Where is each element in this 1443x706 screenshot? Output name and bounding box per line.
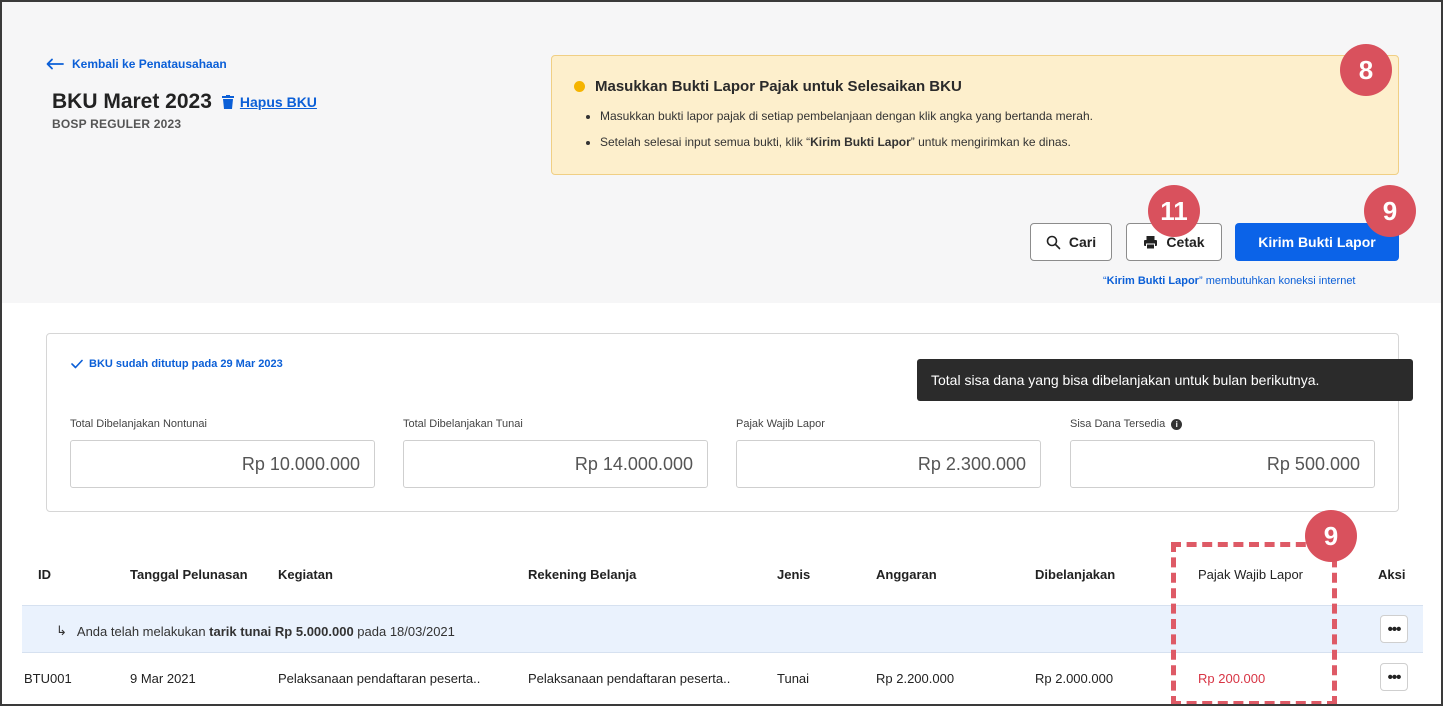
back-link[interactable]: Kembali ke Penatausahaan: [46, 57, 227, 71]
tax-report-alert: Masukkan Bukti Lapor Pajak untuk Selesai…: [551, 55, 1399, 175]
search-icon: [1046, 235, 1061, 249]
column-header-anggaran: Anggaran: [876, 567, 937, 582]
alert-title-row: Masukkan Bukti Lapor Pajak untuk Selesai…: [574, 78, 962, 95]
search-button-label: Cari: [1068, 234, 1097, 250]
cell-rekening: Pelaksanaan pendaftaran peserta..: [528, 671, 731, 686]
cell-jenis: Tunai: [777, 671, 810, 686]
search-button[interactable]: Cari: [1030, 223, 1112, 261]
check-icon: [71, 359, 83, 369]
column-header-id: ID: [38, 567, 51, 582]
return-arrow-icon: ↳: [56, 623, 67, 638]
cell-dibelanjakan: Rp 2.000.000: [1035, 671, 1114, 686]
back-link-label: Kembali ke Penatausahaan: [72, 57, 227, 71]
page-subtitle: BOSP REGULER 2023: [52, 117, 182, 131]
column-header-dibelanjakan: Dibelanjakan: [1035, 567, 1116, 582]
more-actions-button[interactable]: •••: [1380, 615, 1408, 643]
metric-value-sisa: Rp 500.000: [1070, 440, 1375, 488]
alert-title: Masukkan Bukti Lapor Pajak untuk Selesai…: [595, 78, 962, 95]
warning-dot-icon: [574, 81, 585, 92]
column-header-rekening: Rekening Belanja: [528, 567, 637, 582]
page-title: BKU Maret 2023: [52, 90, 212, 113]
cash-withdrawal-text: ↳ Anda telah melakukan tarik tunai Rp 5.…: [56, 623, 455, 639]
alert-list: Masukkan bukti lapor pajak di setiap pem…: [600, 109, 1093, 161]
column-header-aksi: Aksi: [1378, 567, 1406, 582]
metric-value-nontunai: Rp 10.000.000: [70, 440, 375, 488]
cell-anggaran: Rp 2.200.000: [876, 671, 955, 686]
alert-item: Setelah selesai input semua bukti, klik …: [600, 135, 1093, 149]
step-badge-9-column: 9: [1305, 510, 1357, 562]
cell-id: BTU001: [24, 671, 72, 686]
step-badge-11: 11: [1148, 185, 1200, 237]
tooltip: Total sisa dana yang bisa dibelanjakan u…: [917, 359, 1413, 401]
more-actions-button[interactable]: •••: [1380, 663, 1408, 691]
column-header-jenis: Jenis: [777, 567, 811, 582]
step-badge-8: 8: [1340, 44, 1392, 96]
metric-value-tunai: Rp 14.000.000: [403, 440, 708, 488]
delete-bku-button[interactable]: Hapus BKU: [221, 94, 317, 110]
cell-tanggal: 9 Mar 2021: [130, 671, 196, 686]
column-header-kegiatan: Kegiatan: [278, 567, 333, 582]
header-panel: Kembali ke Penatausahaan BKU Maret 2023 …: [2, 2, 1441, 303]
printer-icon: [1144, 235, 1158, 249]
column-header-tanggal: Tanggal Pelunasan: [130, 567, 248, 582]
send-report-label: Kirim Bukti Lapor: [1258, 234, 1376, 250]
trash-icon: [221, 95, 234, 109]
closed-status-label: BKU sudah ditutup pada 29 Mar 2023: [89, 358, 283, 370]
closed-status: BKU sudah ditutup pada 29 Mar 2023: [71, 358, 283, 370]
info-icon[interactable]: i: [1171, 418, 1183, 430]
metric-label-sisa: Sisa Dana Tersedia i: [1070, 418, 1183, 430]
metric-label-tunai: Total Dibelanjakan Tunai: [403, 418, 523, 430]
delete-bku-label: Hapus BKU: [239, 94, 317, 110]
metric-label-sisa-text: Sisa Dana Tersedia: [1070, 418, 1166, 430]
metric-label-nontunai: Total Dibelanjakan Nontunai: [70, 418, 207, 430]
cell-kegiatan: Pelaksanaan pendaftaran peserta..: [278, 671, 481, 686]
highlight-pajak-column: [1171, 542, 1337, 704]
metric-value-pajak: Rp 2.300.000: [736, 440, 1041, 488]
alert-item: Masukkan bukti lapor pajak di setiap pem…: [600, 109, 1093, 123]
metric-label-pajak: Pajak Wajib Lapor: [736, 418, 825, 430]
arrow-left-icon: [46, 58, 64, 70]
app-frame: Kembali ke Penatausahaan BKU Maret 2023 …: [0, 0, 1443, 706]
internet-note: “Kirim Bukti Lapor” membutuhkan koneksi …: [1103, 275, 1356, 287]
page-title-row: BKU Maret 2023 Hapus BKU: [52, 90, 317, 114]
step-badge-9: 9: [1364, 185, 1416, 237]
